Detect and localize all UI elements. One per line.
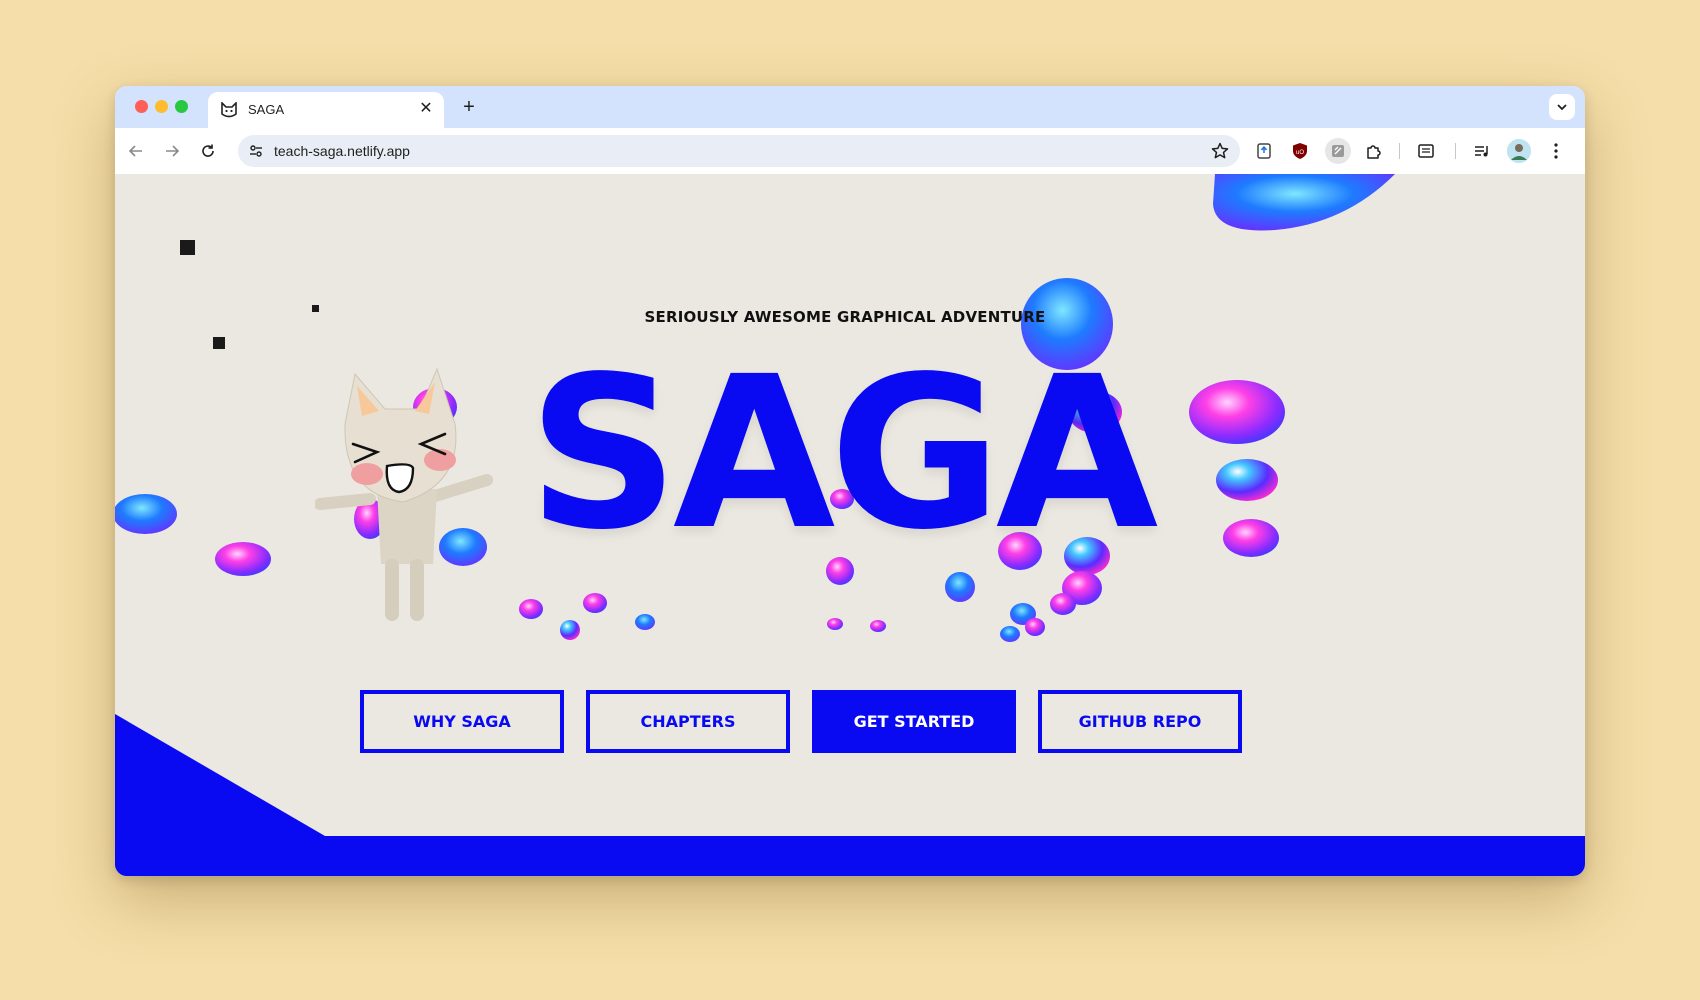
reading-list-button[interactable] xyxy=(1415,140,1437,162)
toolbar-separator xyxy=(1399,143,1400,159)
cat-mascot-image xyxy=(315,367,493,621)
extension-icon xyxy=(1257,143,1271,159)
media-controls-button[interactable] xyxy=(1471,140,1493,162)
close-window-button[interactable] xyxy=(135,100,148,113)
profile-avatar-icon xyxy=(1507,139,1531,163)
url-text: teach-saga.netlify.app xyxy=(274,143,410,159)
reload-icon xyxy=(202,144,214,157)
svg-text:uO: uO xyxy=(1296,150,1304,156)
bookmark-star-icon[interactable] xyxy=(1210,141,1230,161)
kebab-menu-icon xyxy=(1554,143,1558,159)
reading-list-icon xyxy=(1418,144,1434,158)
ublock-button[interactable]: uO xyxy=(1289,140,1311,162)
bottom-blue-band xyxy=(115,836,1585,876)
tab-strip: SAGA ✕ + xyxy=(115,86,1585,128)
extension-button-3[interactable] xyxy=(1325,138,1351,164)
forward-arrow-icon xyxy=(166,145,180,157)
puzzle-icon xyxy=(1367,145,1381,159)
blob xyxy=(519,599,543,619)
extension-icon xyxy=(1332,145,1344,157)
blob xyxy=(1213,174,1395,231)
back-arrow-icon xyxy=(128,145,142,157)
pixel-square xyxy=(213,337,225,349)
address-bar[interactable]: teach-saga.netlify.app xyxy=(238,135,1240,167)
blob xyxy=(560,620,580,640)
ublock-icon: uO xyxy=(1293,143,1307,159)
github-repo-button[interactable]: GITHUB REPO xyxy=(1038,690,1242,753)
blob xyxy=(1000,626,1020,642)
blob xyxy=(1050,593,1076,615)
get-started-button[interactable]: GET STARTED xyxy=(812,690,1016,753)
toolbar-separator xyxy=(1455,143,1456,159)
hero-subtitle: SERIOUSLY AWESOME GRAPHICAL ADVENTURE xyxy=(644,308,1046,326)
extensions-menu-button[interactable] xyxy=(1363,140,1385,162)
close-tab-icon[interactable]: ✕ xyxy=(416,99,436,119)
blob xyxy=(1010,603,1036,625)
page-viewport: SERIOUSLY AWESOME GRAPHICAL ADVENTURE SA… xyxy=(115,174,1585,876)
blob xyxy=(583,593,607,613)
pixel-square xyxy=(180,240,195,255)
tab-search-button[interactable] xyxy=(1549,94,1575,120)
profile-button[interactable] xyxy=(1507,139,1531,163)
blob xyxy=(1025,618,1045,636)
extension-button-1[interactable] xyxy=(1253,140,1275,162)
media-controls-icon xyxy=(1475,146,1488,157)
blob xyxy=(635,614,655,630)
site-settings-icon[interactable] xyxy=(248,143,264,159)
minimize-window-button[interactable] xyxy=(155,100,168,113)
back-button[interactable] xyxy=(123,138,149,164)
blob xyxy=(827,618,843,630)
blob xyxy=(945,572,975,602)
reload-button[interactable] xyxy=(195,138,221,164)
blob xyxy=(1062,571,1102,605)
new-tab-button[interactable]: + xyxy=(456,94,482,120)
tab-title: SAGA xyxy=(248,102,285,117)
browser-menu-button[interactable] xyxy=(1545,140,1567,162)
browser-toolbar: teach-saga.netlify.app uO xyxy=(115,128,1585,174)
tab-saga[interactable]: SAGA ✕ xyxy=(208,92,444,128)
chapters-button[interactable]: CHAPTERS xyxy=(586,690,790,753)
forward-button[interactable] xyxy=(159,138,185,164)
cat-favicon-icon xyxy=(221,102,237,118)
why-saga-button[interactable]: WHY SAGA xyxy=(360,690,564,753)
browser-window: SAGA ✕ + teach-saga.netlify.app uO SERIO… xyxy=(115,86,1585,876)
blob xyxy=(870,620,886,632)
maximize-window-button[interactable] xyxy=(175,100,188,113)
chevron-down-icon xyxy=(1557,104,1567,111)
